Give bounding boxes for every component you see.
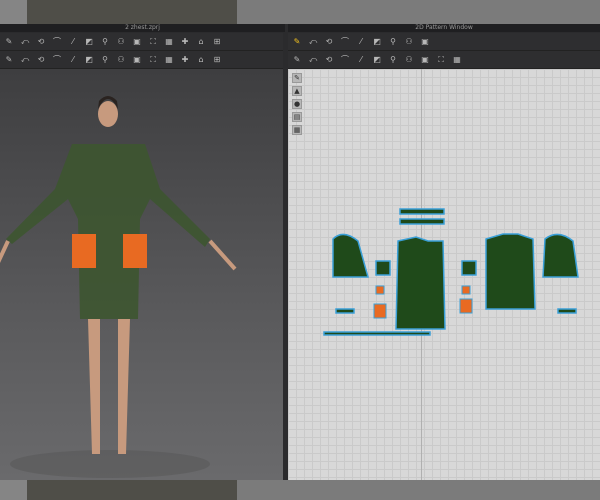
back-piece [485, 233, 536, 310]
pin2-tool-icon[interactable]: ▣ [420, 55, 430, 64]
pocket-piece [459, 298, 473, 314]
avatar-3d [0, 96, 237, 478]
desktop-background [27, 480, 237, 500]
sleeve-left-piece [332, 233, 369, 278]
floor-shadow [10, 450, 210, 478]
fit-tool-icon[interactable]: ✚ [180, 37, 190, 46]
bundle-tool-icon[interactable]: ⌂ [196, 55, 206, 64]
curve-tool-icon[interactable]: ⁄ [68, 37, 78, 46]
measure-tool-icon[interactable]: ⊞ [212, 55, 222, 64]
pin-tool-icon[interactable]: ◩ [84, 37, 94, 46]
collar-piece [399, 218, 445, 225]
polygon-tool-icon[interactable]: ⁄ [356, 37, 366, 46]
right-pocket [123, 234, 147, 268]
rect-tool-icon[interactable]: ⌒ [340, 37, 350, 46]
fabric-tool-icon[interactable]: ⟲ [36, 55, 46, 64]
pin-tool-icon[interactable]: ⚇ [404, 55, 414, 64]
zip-tool-icon[interactable]: ⛶ [148, 55, 158, 64]
avatar-legs [88, 319, 130, 454]
button-tool-icon[interactable]: ⚇ [116, 55, 126, 64]
desktop-background [0, 480, 27, 500]
sew-free-tool-icon[interactable]: ⚇ [116, 37, 126, 46]
pocket-piece [375, 285, 385, 295]
desktop-background [0, 0, 27, 24]
line-tool-icon[interactable]: ⛶ [436, 55, 446, 64]
toolbar-2d-row2: ✎ ⤺ ⟲ ⌒ ⁄ ◩ ⚲ ⚇ ▣ ⛶ ▦ [288, 51, 600, 69]
window-title-2d: 2D Pattern Window [288, 24, 600, 32]
grading-tool-icon[interactable]: ⚇ [404, 37, 414, 46]
garment-mesh-jacket [6, 144, 210, 319]
split-tool-icon[interactable]: ⁄ [68, 55, 78, 64]
toolbar-3d-row1: ✎ ⤺ ⟲ ⌒ ⁄ ◩ ⚲ ⚇ ▣ ⛶ ▦ ✚ ⌂ ⊞ [0, 33, 283, 51]
window-title-3d: 2 zhest.zprj [0, 24, 285, 32]
body-tool-icon[interactable]: ▦ [164, 37, 174, 46]
avatar-head [98, 101, 118, 127]
front-piece [395, 236, 446, 330]
sel-tool-icon[interactable]: ✎ [4, 55, 14, 64]
3d-garment-view[interactable] [0, 69, 283, 480]
pocket-flap [461, 260, 477, 276]
segment-tool-icon[interactable]: ⟲ [36, 37, 46, 46]
segment-tool-icon[interactable]: ✎ [292, 55, 302, 64]
points-tool-icon[interactable]: ⤺ [308, 37, 318, 46]
toolbar-2d-row1: ✎ ⤺ ⟲ ⌒ ⁄ ◩ ⚲ ⚇ ▣ [288, 33, 600, 51]
shirt2-tool-icon[interactable]: ⊞ [212, 37, 222, 46]
cuff-piece [557, 308, 577, 314]
avatar-arm [0, 240, 10, 263]
pocket-piece [461, 285, 471, 295]
edit-tool-icon[interactable]: ⌒ [340, 55, 350, 64]
fold-tool-icon[interactable]: ⤺ [308, 55, 318, 64]
belt-piece [323, 331, 431, 336]
avatar-tool-icon[interactable]: ⛶ [148, 37, 158, 46]
left-pocket [72, 234, 96, 268]
move-tool-icon[interactable]: ✎ [4, 37, 14, 46]
edit-tool-icon[interactable]: ⤺ [20, 37, 30, 46]
ruler-tool-icon[interactable]: ✚ [180, 55, 190, 64]
fold3-tool-icon[interactable]: ⚲ [100, 55, 110, 64]
shirt-tool-icon[interactable]: ⌂ [196, 37, 206, 46]
avatar-arm [208, 239, 237, 271]
puck-tool-icon[interactable]: ⤺ [20, 55, 30, 64]
create-tool-icon[interactable]: ⟲ [324, 37, 334, 46]
clo-app-window: 2 zhest.zprj 2D Pattern Window ✎ ⤺ ⟲ ⌒ ⁄ ◩ ⚲ ⚇ ▣… [0, 24, 600, 480]
collar-piece [399, 208, 445, 215]
pattern-pieces [323, 208, 579, 336]
circle-tool-icon[interactable]: ◩ [372, 37, 382, 46]
tape-tool-icon[interactable]: ▦ [164, 55, 174, 64]
tack-tool-icon[interactable]: ▣ [132, 37, 142, 46]
fold2-tool-icon[interactable]: ⟲ [324, 55, 334, 64]
cut-tool-icon[interactable]: ⌒ [52, 55, 62, 64]
sew-tool-icon[interactable]: ⚲ [100, 37, 110, 46]
internal-tool-icon[interactable]: ⚲ [388, 37, 398, 46]
button2-tool-icon[interactable]: ▣ [132, 55, 142, 64]
pocket-flap [375, 260, 391, 276]
toolbar-3d-row2: ✎ ⤺ ⟲ ⌒ ⁄ ◩ ⚲ ⚇ ▣ ⛶ ▦ ✚ ⌂ ⊞ [0, 51, 283, 69]
shirt-tool-icon[interactable]: ◩ [372, 55, 382, 64]
fold-tool-icon[interactable]: ⌒ [52, 37, 62, 46]
desktop-background [27, 0, 237, 24]
sleeve-right-piece [542, 233, 579, 278]
dashed-tool-icon[interactable]: ▦ [452, 55, 462, 64]
iron-tool-icon[interactable]: ⁄ [356, 55, 366, 64]
grid-tool-icon[interactable]: ▣ [420, 37, 430, 46]
transform-tool-icon[interactable]: ✎ [292, 37, 302, 46]
cuff-piece [335, 308, 355, 314]
arrange-tool-icon[interactable]: ⚲ [388, 55, 398, 64]
2d-pattern-view[interactable]: ✎ ▲ ● ▤ ▦ [288, 69, 600, 480]
fold2-tool-icon[interactable]: ◩ [84, 55, 94, 64]
pocket-piece [373, 303, 387, 319]
